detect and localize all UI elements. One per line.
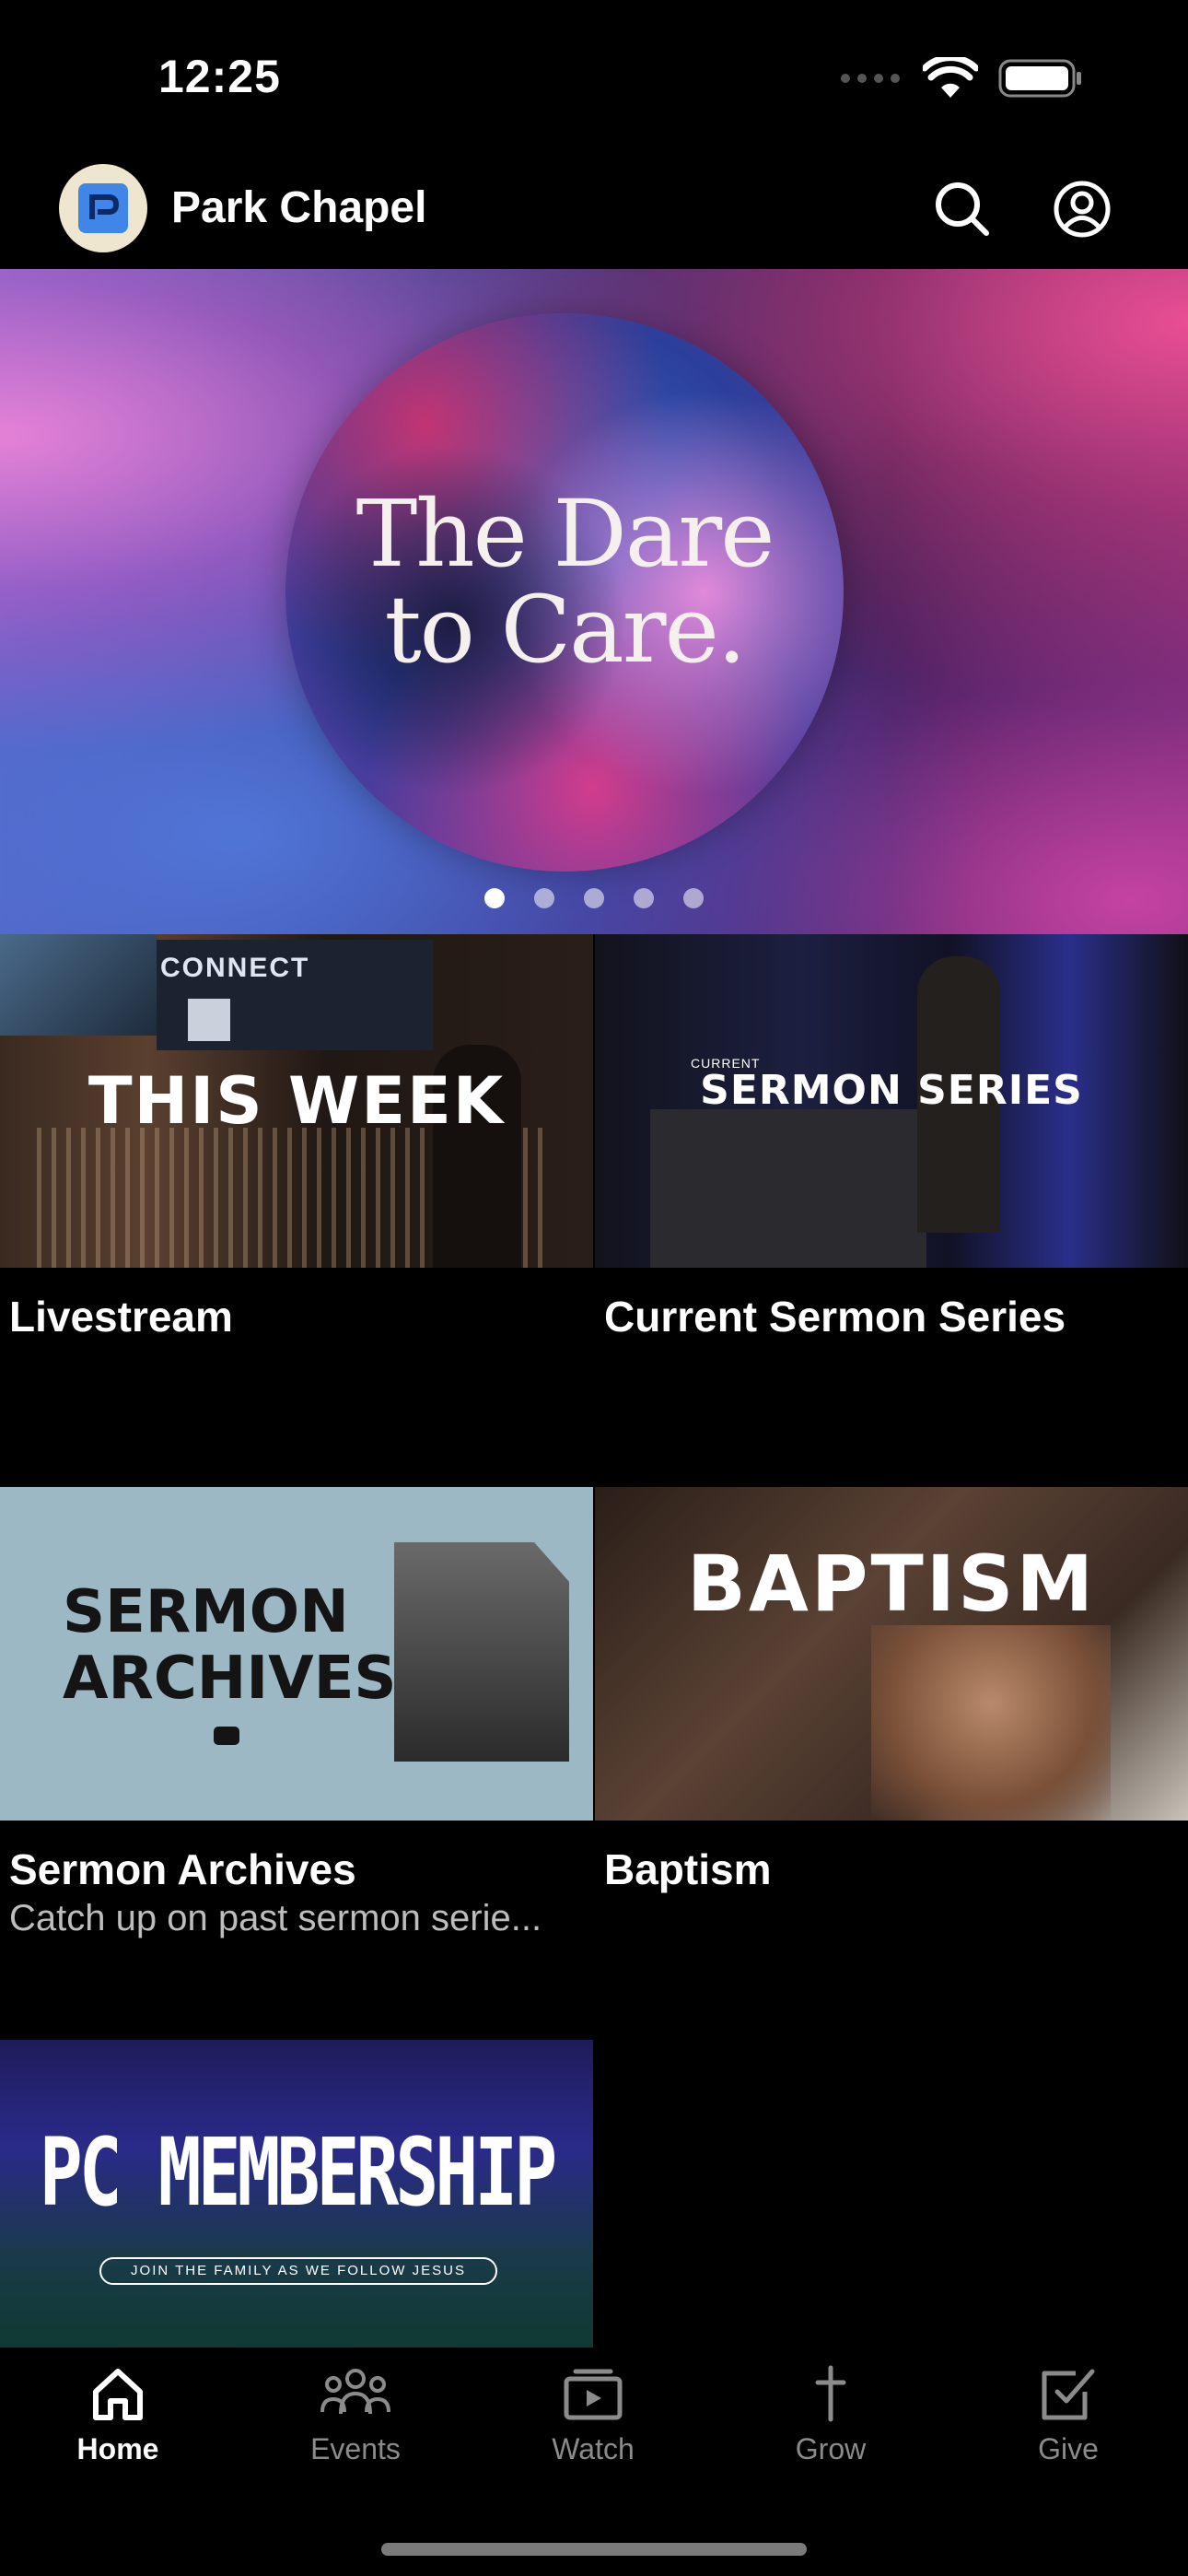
card-image-title: SERMON SERIES — [700, 1067, 1083, 1114]
archives-line1: SERMON — [63, 1578, 349, 1646]
screen-graphic — [0, 934, 157, 1036]
search-button[interactable] — [930, 177, 995, 241]
tab-label: Give — [1038, 2432, 1099, 2465]
baptism-photo — [871, 1625, 1111, 1821]
checkbox-icon — [1042, 2369, 1095, 2420]
home-icon — [93, 2369, 143, 2420]
youtube-icon — [214, 1727, 239, 1745]
battery-icon — [998, 59, 1081, 98]
status-time: 12:25 — [158, 51, 281, 102]
logo-mark — [78, 183, 128, 233]
carousel-dot[interactable] — [584, 888, 604, 908]
carousel-pagination — [0, 888, 1188, 908]
tab-label: Events — [310, 2432, 401, 2465]
archive-photo — [394, 1542, 569, 1762]
card-image-title: THIS WEEK — [87, 1063, 506, 1139]
baptism-card[interactable]: BAPTISM — [595, 1487, 1188, 1821]
tab-give[interactable]: Give — [976, 2364, 1160, 2466]
membership-card[interactable]: PC MEMBERSHIP JOIN THE FAMILY AS WE FOLL… — [0, 2040, 593, 2348]
membership-tagline: JOIN THE FAMILY AS WE FOLLOW JESUS — [99, 2257, 497, 2285]
livestream-card[interactable]: CONNECT THIS WEEK — [0, 934, 593, 1268]
sermon-archives-subtitle: Catch up on past sermon serie... — [9, 1898, 542, 1938]
tab-label: Grow — [795, 2432, 867, 2465]
tab-watch[interactable]: Watch — [501, 2364, 685, 2466]
cross-icon — [815, 2365, 846, 2422]
archives-line2: ARCHIVES — [63, 1645, 397, 1713]
wifi-icon — [923, 57, 978, 98]
carousel-dot[interactable] — [683, 888, 704, 908]
card-image-title: BAPTISM — [686, 1539, 1097, 1629]
tab-home[interactable]: Home — [26, 2364, 210, 2466]
search-icon — [936, 182, 989, 236]
connect-text: CONNECT — [160, 953, 310, 983]
user-circle-icon — [1054, 181, 1111, 238]
current-sermon-series-title: Current Sermon Series — [604, 1293, 1066, 1341]
tab-grow[interactable]: Grow — [739, 2364, 923, 2466]
home-indicator[interactable] — [381, 2543, 807, 2556]
carousel-dot[interactable] — [634, 888, 654, 908]
profile-button[interactable] — [1050, 177, 1114, 241]
sermon-archives-card[interactable]: SERMON ARCHIVES — [0, 1487, 593, 1821]
tab-label: Watch — [552, 2432, 635, 2465]
church-logo[interactable] — [59, 164, 147, 252]
people-icon — [320, 2369, 390, 2415]
carousel-dot[interactable] — [534, 888, 554, 908]
card-image-title: SERMON ARCHIVES — [63, 1579, 397, 1712]
carousel-dot[interactable] — [484, 888, 505, 908]
status-icons — [838, 57, 1083, 100]
hero-title-line1: The Dare — [355, 480, 775, 588]
signal-icon — [841, 74, 900, 83]
baptism-title: Baptism — [604, 1845, 772, 1893]
current-sermon-series-card[interactable]: CURRENT SERMON SERIES — [595, 934, 1188, 1268]
livestream-title: Livestream — [9, 1293, 233, 1341]
app-title: Park Chapel — [171, 183, 427, 232]
stage-furniture — [650, 1109, 926, 1268]
hero-title: The Dare to Care. — [285, 486, 844, 678]
tab-events[interactable]: Events — [263, 2364, 448, 2466]
tab-label: Home — [76, 2432, 159, 2465]
hero-title-line2: to Care. — [384, 576, 746, 684]
tv-icon — [564, 2369, 623, 2420]
sermon-archives-title: Sermon Archives — [9, 1845, 356, 1893]
qr-code — [188, 999, 230, 1041]
card-image-title: PC MEMBERSHIP — [39, 2119, 557, 2228]
